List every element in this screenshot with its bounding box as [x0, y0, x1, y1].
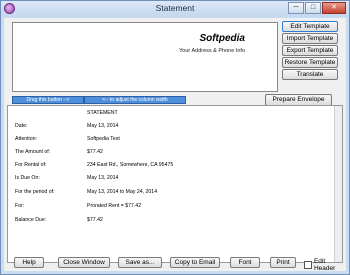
- statement-row-label: Attention:: [15, 136, 37, 142]
- drag-hint: <-- to adjust the column width: [84, 96, 186, 104]
- statement-row-label: For the period of:: [15, 189, 55, 195]
- restore-template-button[interactable]: Restore Template: [282, 56, 338, 68]
- statement-row-value: Prorated Rent = $77.42: [87, 203, 142, 209]
- close-window-button[interactable]: Close Window: [58, 257, 110, 268]
- font-button[interactable]: Font: [230, 257, 260, 268]
- translate-button[interactable]: Translate: [282, 68, 338, 80]
- help-button[interactable]: Help: [14, 257, 44, 268]
- statement-row-label: The Amount of:: [15, 149, 51, 155]
- minimize-button[interactable]: ─: [288, 2, 304, 14]
- edit-template-button[interactable]: Edit Template: [282, 21, 338, 32]
- maximize-button[interactable]: □: [305, 2, 321, 14]
- column-width-drag-bar: Drag this button --> <-- to adjust the c…: [12, 96, 186, 104]
- statement-row-value: May 13, 2014: [87, 175, 119, 181]
- statement-row-value: May 13, 2014 to May 24, 2014: [87, 189, 158, 195]
- statement-row-value: $77.42: [87, 149, 103, 155]
- statement-row-label: Balance Due:: [15, 217, 47, 223]
- statement-document[interactable]: STATEMENT Date: May 13, 2014 Attention: Soft…: [7, 105, 343, 263]
- statement-row-value: Softpedia Test: [87, 136, 120, 142]
- edit-header-option[interactable]: Edit Header: [304, 258, 348, 272]
- edit-header-checkbox[interactable]: [304, 261, 312, 269]
- copy-to-email-button[interactable]: Copy to Email: [170, 257, 220, 268]
- export-template-button[interactable]: Export Template: [282, 44, 338, 56]
- save-as-button[interactable]: Save as...: [118, 257, 162, 268]
- window-controls: ─ □ ✕: [287, 2, 346, 14]
- company-name: Softpedia: [199, 33, 245, 44]
- drag-handle-button[interactable]: Drag this button -->: [12, 96, 84, 104]
- statement-row-label: Date:: [15, 123, 28, 129]
- letterhead-preview: Softpedia Your Address & Phone Info: [12, 22, 278, 92]
- statement-row-value: 234 East Rd., Somewhere, CA 95475: [87, 162, 174, 168]
- vertical-scrollbar[interactable]: [334, 106, 342, 262]
- client-area: Softpedia Your Address & Phone Info Edit…: [4, 18, 348, 272]
- close-button[interactable]: ✕: [322, 2, 346, 14]
- statement-row-value: STATEMENT: [87, 110, 118, 116]
- statement-row-value: $77.42: [87, 217, 103, 223]
- import-template-button[interactable]: Import Template: [282, 32, 338, 44]
- bottom-toolbar: Help Close Window Save as... Copy to Ema…: [8, 257, 348, 272]
- edit-header-label: Edit Header: [313, 258, 336, 272]
- statement-window: Statement ─ □ ✕ Softpedia Your Address &…: [0, 0, 350, 275]
- statement-row-value: May 13, 2014: [87, 123, 119, 129]
- statement-row-label: For Rental of:: [15, 162, 47, 168]
- title-bar[interactable]: Statement ─ □ ✕: [1, 1, 349, 17]
- print-button[interactable]: Print: [270, 257, 296, 268]
- address-phone: Your Address & Phone Info: [179, 48, 245, 54]
- statement-row-label: Is Due On:: [15, 175, 40, 181]
- template-buttons: Edit Template Import Template Export Tem…: [282, 21, 338, 80]
- statement-row-label: For:: [15, 203, 25, 209]
